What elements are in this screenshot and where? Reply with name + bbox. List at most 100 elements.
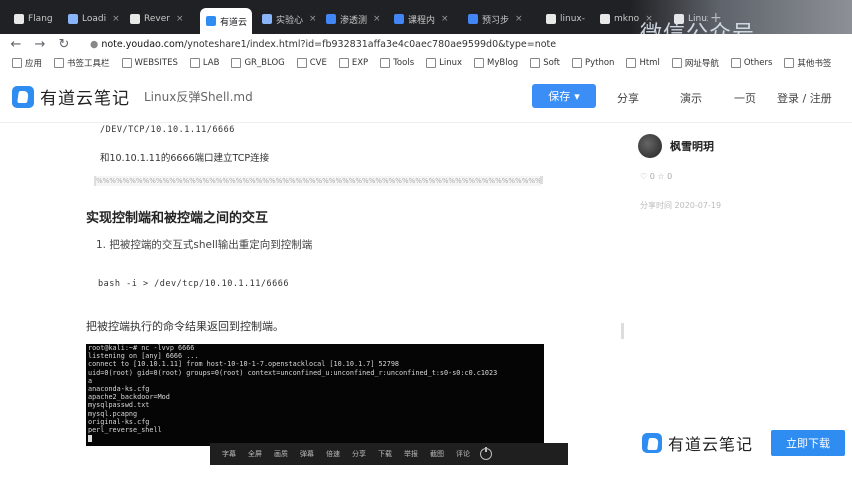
bookmark-label: MyBlog — [487, 58, 519, 68]
browser-tab[interactable]: 预习步 × — [462, 8, 534, 30]
bookmark-label: Html — [639, 58, 660, 68]
bookmark-item[interactable]: Linux — [426, 58, 462, 68]
url-field[interactable]: ● note.youdao.com/ynoteshare1/index.html… — [90, 39, 556, 50]
doc-title: Linux反弹Shell.md — [144, 90, 253, 104]
terminal-line: anaconda-ks.cfg — [88, 385, 150, 394]
folder-icon — [121, 58, 132, 68]
browser-tab[interactable]: linux-× — [540, 8, 590, 30]
close-icon[interactable]: × — [176, 14, 184, 24]
bookmark-item[interactable]: Tools — [380, 58, 414, 68]
youdao-header: 有道云笔记 Linux反弹Shell.md — [0, 72, 852, 123]
browser-tab[interactable]: Flang × — [8, 8, 60, 30]
terminal-line: original-ks.cfg — [88, 417, 150, 426]
browser-tab[interactable]: 有道云× — [200, 8, 252, 34]
tab-label: 预习步 — [482, 15, 510, 26]
close-icon[interactable]: × — [515, 14, 523, 24]
bookmark-item[interactable]: LAB — [189, 58, 220, 68]
tab-label: 有道云 — [220, 17, 248, 28]
youdao-bottom-logo[interactable]: 有道云笔记 — [642, 431, 753, 455]
close-icon[interactable]: × — [441, 14, 449, 24]
folder-icon — [474, 58, 485, 68]
bookmark-label: LAB — [202, 58, 220, 68]
bookmark-item[interactable]: WEBSITES — [121, 58, 178, 68]
player-control[interactable]: 下载 — [378, 449, 392, 459]
folder-icon — [189, 58, 200, 68]
back-icon[interactable]: ← — [8, 37, 24, 52]
bookmark-item[interactable]: Others — [730, 58, 773, 68]
bookmark-label: 书签工具栏 — [67, 59, 110, 69]
player-control[interactable]: 分享 — [352, 449, 366, 459]
bookmark-label: 应用 — [25, 59, 43, 69]
tab-favicon-icon — [68, 14, 78, 24]
folder-icon — [626, 58, 637, 68]
download-button[interactable]: 立即下载 — [771, 430, 845, 456]
youdao-logo-icon — [12, 85, 34, 108]
browser-tab[interactable]: Rever × — [124, 8, 194, 30]
bookmark-item[interactable]: GR_BLOG — [231, 58, 285, 68]
terminal-line: perl_reverse_shell — [88, 426, 162, 435]
save-button[interactable]: 保存 ▾ — [532, 84, 596, 108]
browser-tab[interactable]: 课程内 × — [388, 8, 458, 30]
bookmark-label: 网址导航 — [684, 59, 719, 69]
folder-icon — [671, 58, 682, 68]
folder-icon — [54, 58, 65, 68]
browser-tab[interactable]: Loadi × — [62, 8, 120, 30]
url-host: note.youdao.com — [101, 38, 185, 50]
close-icon[interactable]: × — [59, 14, 60, 24]
list-item: 1. 把被控端的交互式shell输出重定向到控制端 — [96, 239, 313, 251]
close-icon[interactable]: × — [373, 14, 381, 24]
close-icon[interactable]: × — [309, 14, 316, 24]
browser-tab[interactable]: 渗透测 × — [320, 8, 384, 30]
bookmark-label: CVE — [309, 58, 327, 68]
login-link[interactable]: 登录 / 注册 — [777, 90, 832, 106]
player-control[interactable]: 评论 — [456, 449, 470, 459]
paragraph-1: 和10.10.1.11的6666端口建立TCP连接 — [100, 153, 270, 164]
player-control[interactable]: 弹幕 — [300, 449, 314, 459]
bookmark-item[interactable]: 书签工具栏 — [54, 57, 110, 69]
scroll-marker-2 — [621, 323, 624, 339]
player-control[interactable]: 举报 — [404, 449, 418, 459]
share-link[interactable]: 分享 — [617, 90, 639, 106]
tab-label: Rever — [144, 14, 170, 24]
player-control[interactable]: 全屏 — [248, 449, 262, 459]
terminal-cursor — [88, 434, 92, 442]
bookmark-item[interactable]: 其他书签 — [784, 57, 831, 69]
youdao-logo[interactable]: 有道云笔记 — [12, 84, 130, 109]
bookmark-label: Others — [743, 58, 773, 68]
folder-icon — [12, 58, 22, 68]
bookmark-item[interactable]: Soft — [530, 58, 560, 68]
tab-favicon-icon — [394, 14, 404, 24]
present-link[interactable]: 演示 — [680, 90, 702, 106]
forward-icon[interactable]: → — [32, 37, 48, 52]
power-icon[interactable] — [480, 447, 492, 460]
player-control[interactable]: 截图 — [430, 449, 444, 459]
author-block[interactable]: 枫雪明玥 — [638, 134, 714, 158]
reload-icon[interactable]: ↻ — [56, 37, 72, 52]
more-link[interactable]: 一页 — [734, 90, 756, 106]
player-control[interactable]: 画质 — [274, 449, 288, 459]
lock-icon: ● — [90, 38, 99, 50]
terminal-cursor-line — [86, 434, 544, 442]
terminal-line: a — [88, 376, 93, 385]
tab-favicon-icon — [600, 14, 610, 24]
tab-label: Flang — [28, 14, 53, 24]
bookmark-label: Python — [584, 58, 615, 68]
player-control[interactable]: 倍速 — [326, 449, 340, 459]
bookmark-item[interactable]: CVE — [296, 58, 327, 68]
bookmark-item[interactable]: Html — [626, 58, 660, 68]
folder-icon — [571, 58, 582, 68]
bookmark-item[interactable]: 网址导航 — [671, 57, 719, 69]
bookmark-item[interactable]: 应用 — [12, 57, 42, 69]
player-control[interactable]: 字幕 — [222, 449, 236, 459]
author-name: 枫雪明玥 — [670, 140, 714, 153]
terminal-screenshot: root@kali:~# nc -lvvp 6666 listening on [… — [86, 344, 544, 446]
browser-tab[interactable]: 实验心 × — [256, 8, 316, 30]
bookmark-label: 其他书签 — [797, 59, 832, 69]
bookmarks-bar: 应用 书签工具栏 WEBSITES LAB GR_BLOG CVE EXP Tools Linu… — [0, 54, 852, 73]
bookmark-item[interactable]: Python — [571, 58, 615, 68]
close-icon[interactable]: × — [112, 14, 120, 24]
bookmark-item[interactable]: EXP — [338, 58, 368, 68]
folder-icon — [380, 58, 391, 68]
terminal-line: uid=0(root) gid=0(root) groups=0(root) c… — [88, 368, 498, 377]
bookmark-item[interactable]: MyBlog — [474, 58, 518, 68]
